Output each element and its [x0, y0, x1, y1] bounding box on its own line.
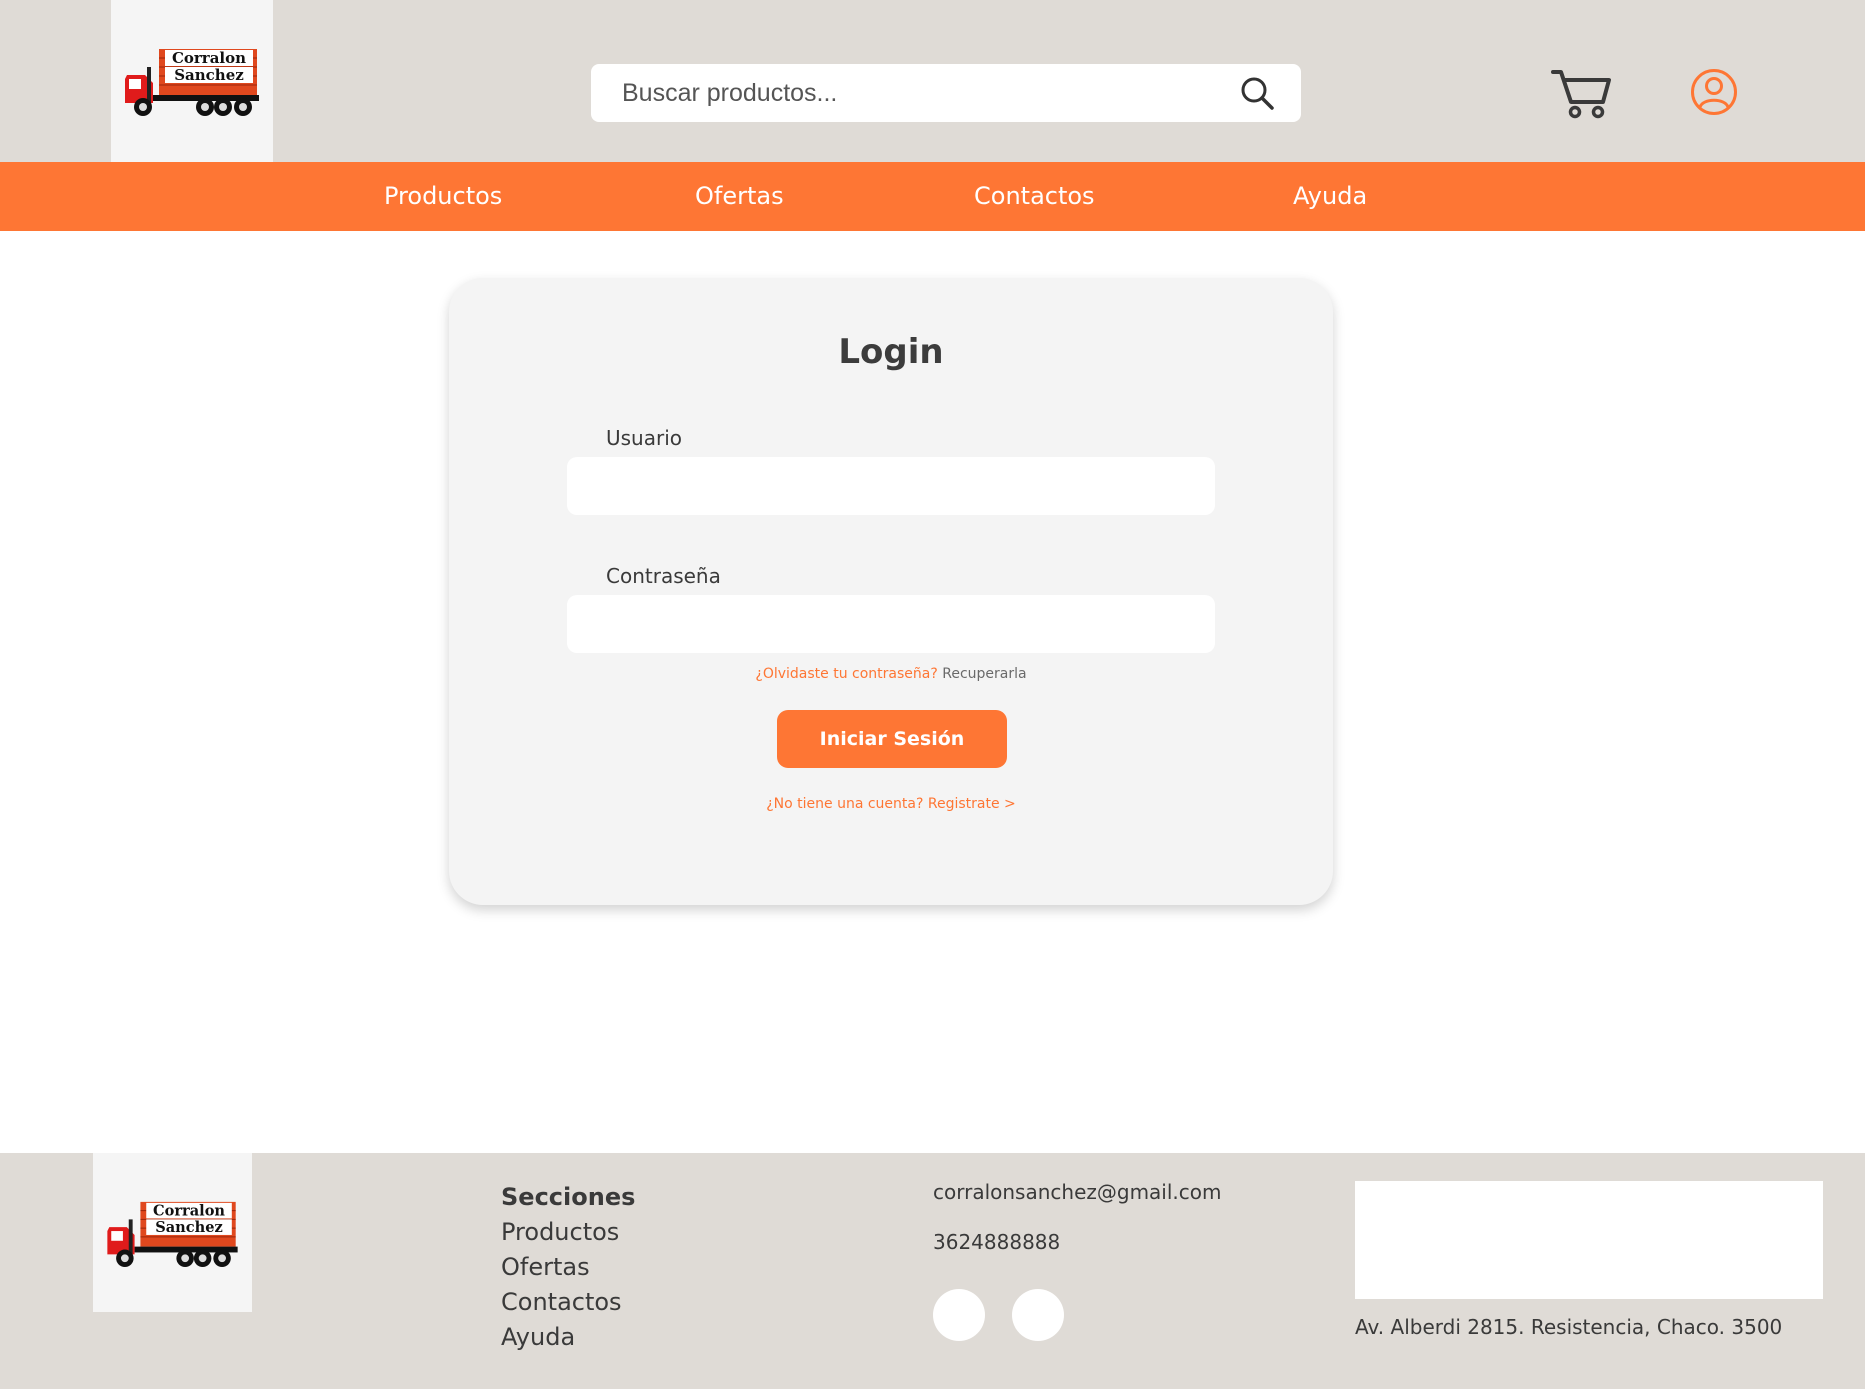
logo[interactable]: Corralon Sanchez [111, 0, 273, 162]
recover-password-link[interactable]: Recuperarla [942, 666, 1026, 682]
footer-phone: 3624888888 [933, 1230, 1061, 1254]
footer-logo-text-line1: Corralon [153, 1202, 225, 1219]
truck-logo-image: Corralon Sanchez [107, 1201, 238, 1267]
main-nav: Productos Ofertas Contactos Ayuda [0, 162, 1865, 231]
forgot-password-row: ¿Olvidaste tu contraseña? Recuperarla [449, 666, 1333, 682]
site-header: Corralon Sanchez [0, 0, 1865, 162]
nav-ayuda[interactable]: Ayuda [1293, 162, 1367, 231]
nav-contactos[interactable]: Contactos [974, 162, 1095, 231]
username-label: Usuario [606, 426, 683, 450]
social-icon[interactable] [1012, 1289, 1064, 1341]
forgot-password-question: ¿Olvidaste tu contraseña? [755, 666, 938, 682]
footer-address: Av. Alberdi 2815. Resistencia, Chaco. 35… [1355, 1315, 1783, 1339]
map-placeholder[interactable] [1355, 1181, 1823, 1299]
search-bar [591, 64, 1301, 122]
search-icon[interactable] [1239, 75, 1275, 111]
footer-logo-text-line2: Sanchez [155, 1219, 223, 1236]
search-input[interactable] [622, 78, 1239, 108]
footer-sections: Secciones Productos Ofertas Contactos Ay… [501, 1180, 635, 1355]
footer-link-ayuda[interactable]: Ayuda [501, 1320, 635, 1355]
username-input[interactable] [567, 457, 1215, 515]
user-icon[interactable] [1690, 68, 1738, 116]
footer-logo[interactable]: Corralon Sanchez [93, 1153, 252, 1312]
nav-ofertas[interactable]: Ofertas [695, 162, 784, 231]
footer-link-contactos[interactable]: Contactos [501, 1285, 635, 1320]
password-input[interactable] [567, 595, 1215, 653]
footer-sections-title: Secciones [501, 1183, 636, 1211]
nav-productos[interactable]: Productos [384, 162, 502, 231]
footer-link-productos[interactable]: Productos [501, 1215, 635, 1250]
footer-email[interactable]: corralonsanchez@gmail.com [933, 1180, 1222, 1204]
login-title: Login [838, 332, 944, 372]
logo-text-line1: Corralon [172, 49, 246, 67]
social-icon[interactable] [933, 1289, 985, 1341]
cart-icon[interactable] [1551, 66, 1613, 120]
footer-link-ofertas[interactable]: Ofertas [501, 1250, 635, 1285]
site-footer: Corralon Sanchez Secciones Productos Ofe… [0, 1153, 1865, 1389]
truck-logo-image: Corralon Sanchez [125, 49, 259, 116]
password-label: Contraseña [606, 564, 721, 588]
register-link[interactable]: ¿No tiene una cuenta? Registrate > [449, 796, 1333, 812]
logo-text-line2: Sanchez [174, 66, 244, 84]
login-button[interactable]: Iniciar Sesión [777, 710, 1007, 768]
login-card: Login Usuario Contraseña ¿Olvidaste tu c… [449, 278, 1333, 905]
